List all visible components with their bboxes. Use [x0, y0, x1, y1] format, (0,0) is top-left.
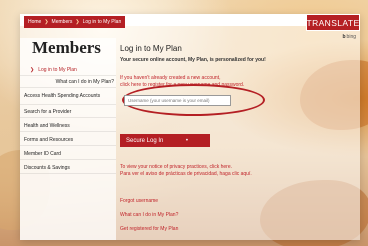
breadcrumb-chevron-icon: ❯ — [75, 19, 80, 25]
breadcrumb-chevron-icon: ❯ — [44, 19, 49, 25]
breadcrumb-members[interactable]: Members — [52, 19, 73, 25]
username-input[interactable]: Username (your username is your email) — [124, 95, 231, 106]
chevron-right-icon: ❯ — [30, 66, 35, 73]
sidebar-item-label: Health and Wellness — [24, 122, 70, 129]
get-registered-link[interactable]: Get registered for My Plan — [120, 226, 178, 232]
main-content: Log in to My Plan Your secure online acc… — [120, 38, 356, 238]
register-text-line-1[interactable]: If you haven't already created a new acc… — [120, 75, 220, 82]
sidebar-item-health-wellness[interactable]: Health and Wellness — [20, 120, 116, 132]
forgot-username-link[interactable]: Forgot username — [120, 198, 158, 204]
sidebar-item-member-id-card[interactable]: Member ID Card — [20, 148, 116, 160]
breadcrumb: Home ❯ Members ❯ Log in to My Plan — [24, 16, 126, 28]
sidebar-item-label: Access Health Spending Accounts — [24, 93, 101, 99]
sidebar-item-label: Search for a Provider — [24, 108, 72, 115]
login-button-label: Secure Log In — [126, 137, 164, 144]
sidebar-item-discounts[interactable]: Discounts & Savings — [20, 162, 116, 174]
background: Home ❯ Members ❯ Log in to My Plan TRANS… — [0, 0, 368, 246]
sidebar-item-label: Member ID Card — [24, 150, 61, 157]
sidebar-item-log-in[interactable]: ❯ Log in to My Plan — [20, 64, 116, 76]
sidebar-item-forms-resources[interactable]: Forms and Resources — [20, 134, 116, 146]
sidebar-item-label: What can I do in My Plan? — [55, 78, 114, 85]
what-can-i-do-link[interactable]: What can I do in My Plan? — [120, 212, 178, 218]
sidebar-item-health-spending[interactable]: Access Health Spending Accounts — [20, 88, 116, 105]
page-title: Log in to My Plan — [120, 44, 182, 53]
privacy-link-en[interactable]: To view your notice of privacy practices… — [120, 164, 232, 171]
breadcrumb-home[interactable]: Home — [28, 19, 41, 25]
page-subtitle: Your secure online account, My Plan, is … — [120, 57, 266, 63]
sidebar-title: Members — [32, 38, 101, 57]
sidebar: Members ❯ Log in to My Plan What can I d… — [20, 38, 116, 240]
sidebar-item-search-provider[interactable]: Search for a Provider — [20, 106, 116, 118]
sidebar-item-label: Log in to My Plan — [38, 66, 77, 73]
sidebar-item-label: Discounts & Savings — [24, 164, 70, 171]
lock-icon: • — [185, 137, 188, 144]
sidebar-item-what-can-i-do[interactable]: What can I do in My Plan? — [20, 76, 116, 88]
breadcrumb-current: Log in to My Plan — [82, 19, 122, 25]
translate-button[interactable]: TRANSLATE — [306, 14, 360, 31]
sidebar-item-label: Forms and Resources — [24, 136, 74, 143]
secure-login-button[interactable]: Secure Log In • — [120, 134, 210, 147]
privacy-link-es[interactable]: Para ver el aviso de prácticas de privac… — [120, 171, 252, 178]
page-window: Home ❯ Members ❯ Log in to My Plan TRANS… — [20, 14, 360, 240]
